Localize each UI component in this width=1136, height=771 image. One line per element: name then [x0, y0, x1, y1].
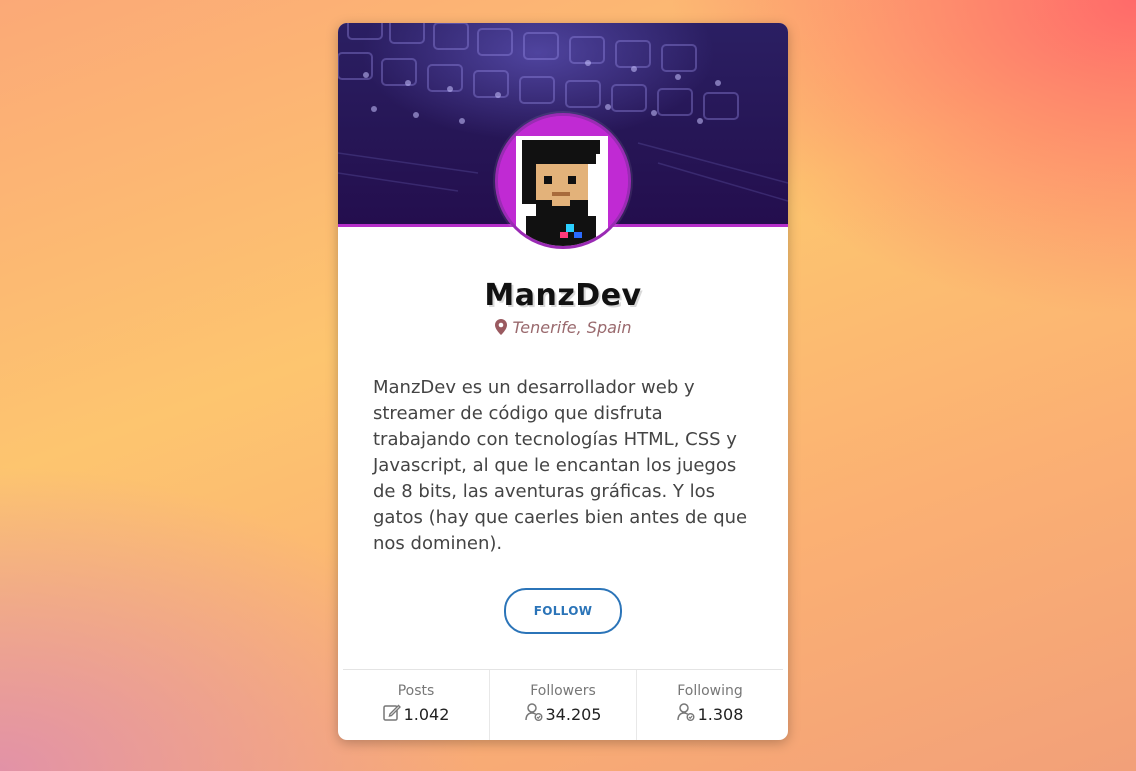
location-text: Tenerife, Spain: [512, 318, 632, 337]
stat-value: 34.205: [545, 704, 602, 724]
stat-value: 1.042: [403, 704, 450, 724]
pixel-avatar-image: [498, 116, 628, 246]
stats-bar: Posts 1.042 Followers 34.205 Following 1…: [343, 669, 783, 740]
stat-posts[interactable]: Posts 1.042: [343, 670, 490, 740]
follow-button[interactable]: FOLLOW: [504, 588, 622, 634]
avatar: [495, 113, 631, 249]
profile-bio: ManzDev es un desarrollador web y stream…: [373, 377, 748, 554]
stat-value: 1.308: [697, 704, 744, 724]
edit-icon: [382, 703, 401, 725]
user-icon: [676, 703, 695, 725]
profile-location: Tenerife, Spain: [338, 318, 788, 339]
stat-label: Following: [677, 683, 743, 699]
stat-followers[interactable]: Followers 34.205: [490, 670, 637, 740]
stat-label: Followers: [530, 683, 596, 699]
user-icon: [524, 703, 543, 725]
stat-label: Posts: [397, 683, 435, 699]
location-pin-icon: [494, 319, 507, 339]
stat-following[interactable]: Following 1.308: [637, 670, 783, 740]
profile-card: ManzDev Tenerife, Spain ManzDev es un de…: [338, 23, 788, 740]
profile-name: ManzDev: [484, 278, 642, 313]
